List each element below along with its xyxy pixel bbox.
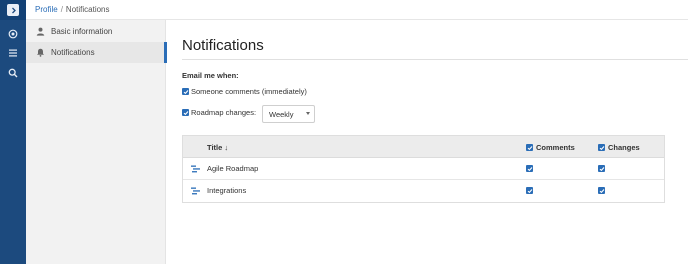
target-icon[interactable] xyxy=(6,27,20,41)
search-icon[interactable] xyxy=(6,66,20,80)
main-content: Notifications Email me when: Someone com… xyxy=(166,20,688,264)
table-row: Agile Roadmap xyxy=(183,158,664,180)
sidenav-item-basic-information[interactable]: Basic information xyxy=(26,21,166,42)
select-all-comments-checkbox[interactable] xyxy=(526,144,533,151)
page-title: Notifications xyxy=(182,37,264,54)
row-title[interactable]: Agile Roadmap xyxy=(207,164,258,173)
column-header-title[interactable]: Title ↓ xyxy=(207,143,228,152)
email-me-when-label: Email me when: xyxy=(182,71,239,80)
expand-sidebar-button[interactable] xyxy=(7,4,19,16)
frequency-select-value: Weekly xyxy=(269,109,294,119)
someone-comments-checkbox[interactable] xyxy=(182,88,189,95)
user-icon xyxy=(36,27,45,36)
checkmark-icon xyxy=(183,89,188,94)
column-header-comments: Comments xyxy=(526,143,575,152)
title-divider xyxy=(182,59,688,60)
rail-header xyxy=(0,0,26,20)
checkmark-icon xyxy=(527,188,532,193)
roadmaps-table: Title ↓ Comments Changes Agile Roadmap I… xyxy=(182,135,665,203)
someone-comments-option: Someone comments (immediately) xyxy=(182,87,307,96)
breadcrumb-current: Notifications xyxy=(65,5,110,14)
column-header-changes-label: Changes xyxy=(608,143,640,152)
column-header-comments-label: Comments xyxy=(536,143,575,152)
checkmark-icon xyxy=(599,188,604,193)
chevron-right-icon xyxy=(11,7,16,13)
roadmap-changes-option: Roadmap changes: xyxy=(182,108,256,117)
list-icon[interactable] xyxy=(6,46,20,60)
sidenav-item-notifications[interactable]: Notifications xyxy=(26,42,167,63)
row-changes-checkbox[interactable] xyxy=(598,165,605,172)
row-changes-checkbox[interactable] xyxy=(598,187,605,194)
checkmark-icon xyxy=(527,145,532,150)
someone-comments-label: Someone comments (immediately) xyxy=(191,87,307,96)
table-row: Integrations xyxy=(183,180,664,202)
roadmap-icon xyxy=(191,187,200,195)
profile-sidenav: Basic information Notifications xyxy=(26,20,167,264)
breadcrumb-profile-link[interactable]: Profile xyxy=(35,5,58,14)
row-title[interactable]: Integrations xyxy=(207,186,246,195)
frequency-select[interactable]: Weekly xyxy=(262,105,315,123)
roadmap-icon xyxy=(191,165,200,173)
roadmap-changes-checkbox[interactable] xyxy=(182,109,189,116)
row-comments-checkbox[interactable] xyxy=(526,187,533,194)
column-header-title-label: Title ↓ xyxy=(207,143,229,152)
select-all-changes-checkbox[interactable] xyxy=(598,144,605,151)
caret-down-icon xyxy=(306,112,310,115)
row-comments-checkbox[interactable] xyxy=(526,165,533,172)
breadcrumb: Profile / Notifications xyxy=(35,5,110,14)
left-rail xyxy=(0,0,26,264)
bell-icon xyxy=(36,48,45,57)
breadcrumb-separator: / xyxy=(60,5,63,14)
checkmark-icon xyxy=(599,166,604,171)
checkmark-icon xyxy=(527,166,532,171)
checkmark-icon xyxy=(599,145,604,150)
top-bar: Profile / Notifications xyxy=(26,0,688,20)
column-header-changes: Changes xyxy=(598,143,640,152)
sidenav-item-label: Notifications xyxy=(51,48,95,57)
sidenav-item-label: Basic information xyxy=(51,27,113,36)
checkmark-icon xyxy=(183,110,188,115)
table-header-row: Title ↓ Comments Changes xyxy=(183,136,664,158)
roadmap-changes-label: Roadmap changes: xyxy=(191,108,257,117)
